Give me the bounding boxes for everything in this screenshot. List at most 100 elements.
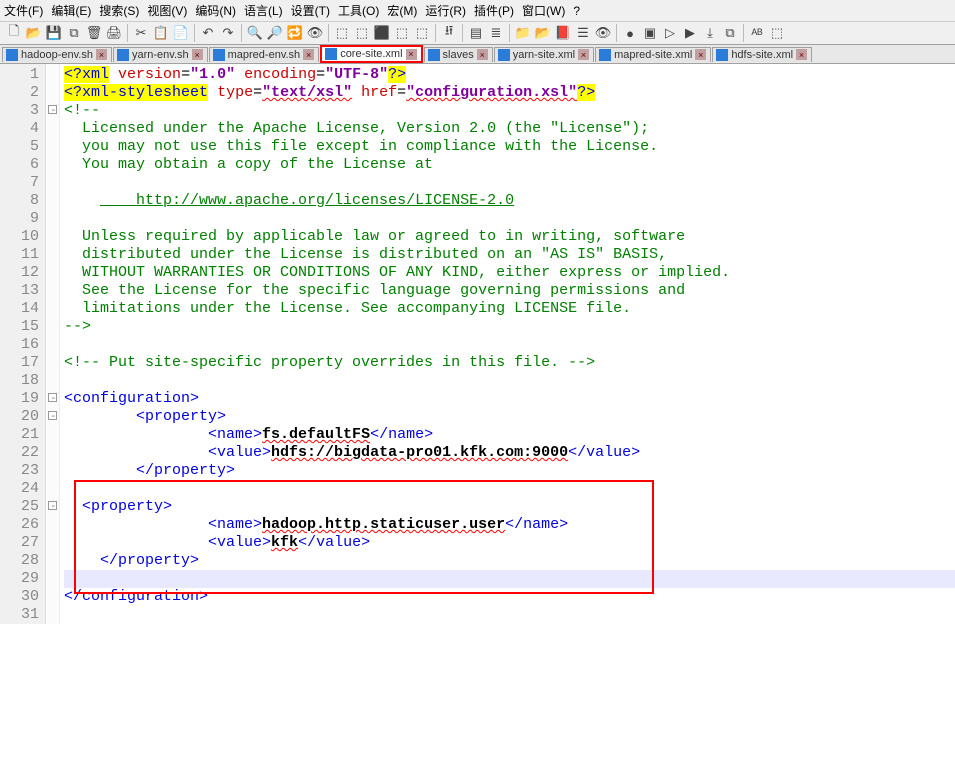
- toolbar-button[interactable]: ▶: [681, 24, 699, 42]
- tab-label: core-site.xml: [340, 48, 402, 60]
- toolbar-button[interactable]: 👁: [594, 24, 612, 42]
- tab-close-icon[interactable]: ×: [695, 49, 706, 60]
- line-number: 28: [0, 552, 39, 570]
- toolbar-button[interactable]: 📁: [514, 24, 532, 42]
- menu-?[interactable]: ?: [573, 4, 580, 18]
- line-number: 20: [0, 408, 39, 426]
- toolbar-button[interactable]: ▤: [467, 24, 485, 42]
- toolbar-button[interactable]: ⬚: [393, 24, 411, 42]
- tab-close-icon[interactable]: ×: [303, 49, 314, 60]
- toolbar-button[interactable]: 🗋: [5, 24, 23, 42]
- line-number: 26: [0, 516, 39, 534]
- menu-文件[interactable]: 文件(F): [4, 2, 43, 19]
- tab-close-icon[interactable]: ×: [796, 49, 807, 60]
- tab-close-icon[interactable]: ×: [406, 49, 417, 60]
- tab-yarn-site-xml[interactable]: yarn-site.xml×: [494, 47, 594, 62]
- line-number: 23: [0, 462, 39, 480]
- file-icon: [325, 48, 337, 60]
- toolbar-button[interactable]: 🔎: [266, 24, 284, 42]
- line-number: 8: [0, 192, 39, 210]
- line-number: 25: [0, 498, 39, 516]
- toolbar-button[interactable]: 🔍: [246, 24, 264, 42]
- toolbar-button[interactable]: ⬚: [768, 24, 786, 42]
- toolbar-button[interactable]: ⬚: [353, 24, 371, 42]
- tab-close-icon[interactable]: ×: [477, 49, 488, 60]
- toolbar-button[interactable]: ●: [621, 24, 639, 42]
- toolbar-button[interactable]: 📋: [152, 24, 170, 42]
- line-numbers: 1234567891011121314151617181920212223242…: [0, 64, 46, 624]
- line-number: 3: [0, 102, 39, 120]
- toolbar-button[interactable]: 🔁: [286, 24, 304, 42]
- toolbar-button[interactable]: ᴬᴮ: [748, 24, 766, 42]
- line-number: 22: [0, 444, 39, 462]
- menu-编辑[interactable]: 编辑(E): [51, 2, 91, 19]
- toolbar-button[interactable]: 🗑: [85, 24, 103, 42]
- line-number: 5: [0, 138, 39, 156]
- toolbar-button[interactable]: 📕: [554, 24, 572, 42]
- menu-宏[interactable]: 宏(M): [387, 2, 417, 19]
- toolbar-button[interactable]: ⤓: [701, 24, 719, 42]
- tab-hdfs-site-xml[interactable]: hdfs-site.xml×: [712, 47, 812, 62]
- toolbar-button[interactable]: ⧉: [65, 24, 83, 42]
- toolbar-button[interactable]: 📂: [534, 24, 552, 42]
- toolbar-button[interactable]: ↶: [199, 24, 217, 42]
- file-icon: [498, 49, 510, 61]
- tab-close-icon[interactable]: ×: [96, 49, 107, 60]
- toolbar-button[interactable]: ⧉: [721, 24, 739, 42]
- line-number: 16: [0, 336, 39, 354]
- menu-工具[interactable]: 工具(O): [338, 2, 379, 19]
- menu-视图[interactable]: 视图(V): [147, 2, 187, 19]
- tab-bar: hadoop-env.sh×yarn-env.sh×mapred-env.sh×…: [0, 45, 955, 64]
- line-number: 11: [0, 246, 39, 264]
- toolbar-button[interactable]: ▷: [661, 24, 679, 42]
- menu-搜索[interactable]: 搜索(S): [99, 2, 139, 19]
- tab-yarn-env-sh[interactable]: yarn-env.sh×: [113, 47, 208, 62]
- toolbar-button[interactable]: ✂: [132, 24, 150, 42]
- fold-toggle-icon[interactable]: [48, 393, 57, 402]
- configuration-close: </configuration>: [64, 588, 208, 605]
- line-number: 12: [0, 264, 39, 282]
- tab-slaves[interactable]: slaves×: [424, 47, 493, 62]
- fold-toggle-icon[interactable]: [48, 411, 57, 420]
- tab-close-icon[interactable]: ×: [192, 49, 203, 60]
- toolbar-button[interactable]: ▣: [641, 24, 659, 42]
- file-icon: [117, 49, 129, 61]
- menu-编码[interactable]: 编码(N): [195, 2, 236, 19]
- tab-label: yarn-site.xml: [513, 49, 575, 61]
- toolbar-button[interactable]: ≣: [487, 24, 505, 42]
- line-number: 10: [0, 228, 39, 246]
- line-number: 15: [0, 318, 39, 336]
- menu-语言[interactable]: 语言(L): [244, 2, 283, 19]
- file-icon: [6, 49, 18, 61]
- menu-设置[interactable]: 设置(T): [291, 2, 330, 19]
- fold-toggle-icon[interactable]: [48, 105, 57, 114]
- menu-插件[interactable]: 插件(P): [474, 2, 514, 19]
- prop2-value: kfk: [271, 534, 298, 551]
- tab-label: hdfs-site.xml: [731, 49, 793, 61]
- editor: 1234567891011121314151617181920212223242…: [0, 64, 955, 624]
- toolbar-button[interactable]: ⭿: [440, 24, 458, 42]
- tab-mapred-env-sh[interactable]: mapred-env.sh×: [209, 47, 320, 62]
- toolbar-button[interactable]: ⬛: [373, 24, 391, 42]
- fold-toggle-icon[interactable]: [48, 501, 57, 510]
- toolbar-button[interactable]: 📄: [172, 24, 190, 42]
- code-area[interactable]: <?xml version="1.0" encoding="UTF-8"?> <…: [60, 64, 955, 624]
- license-url[interactable]: http://www.apache.org/licenses/LICENSE-2…: [100, 192, 514, 209]
- toolbar-button[interactable]: 🖨: [105, 24, 123, 42]
- tab-close-icon[interactable]: ×: [578, 49, 589, 60]
- toolbar-button[interactable]: ⬚: [333, 24, 351, 42]
- tab-mapred-site-xml[interactable]: mapred-site.xml×: [595, 47, 711, 62]
- toolbar-button[interactable]: ☰: [574, 24, 592, 42]
- menu-运行[interactable]: 运行(R): [425, 2, 466, 19]
- tab-label: yarn-env.sh: [132, 49, 189, 61]
- tab-core-site-xml[interactable]: core-site.xml ×: [320, 45, 422, 63]
- toolbar-button[interactable]: 👁: [306, 24, 324, 42]
- tab-hadoop-env-sh[interactable]: hadoop-env.sh×: [2, 47, 112, 62]
- toolbar-button[interactable]: 📂: [25, 24, 43, 42]
- prop1-name: fs.defaultFS: [262, 426, 370, 443]
- menu-窗口[interactable]: 窗口(W): [522, 2, 565, 19]
- toolbar-button[interactable]: ↷: [219, 24, 237, 42]
- toolbar-button[interactable]: ⬚: [413, 24, 431, 42]
- menu-bar: 文件(F) 编辑(E) 搜索(S) 视图(V) 编码(N) 语言(L) 设置(T) 工具(O)…: [0, 0, 955, 22]
- toolbar-button[interactable]: 💾: [45, 24, 63, 42]
